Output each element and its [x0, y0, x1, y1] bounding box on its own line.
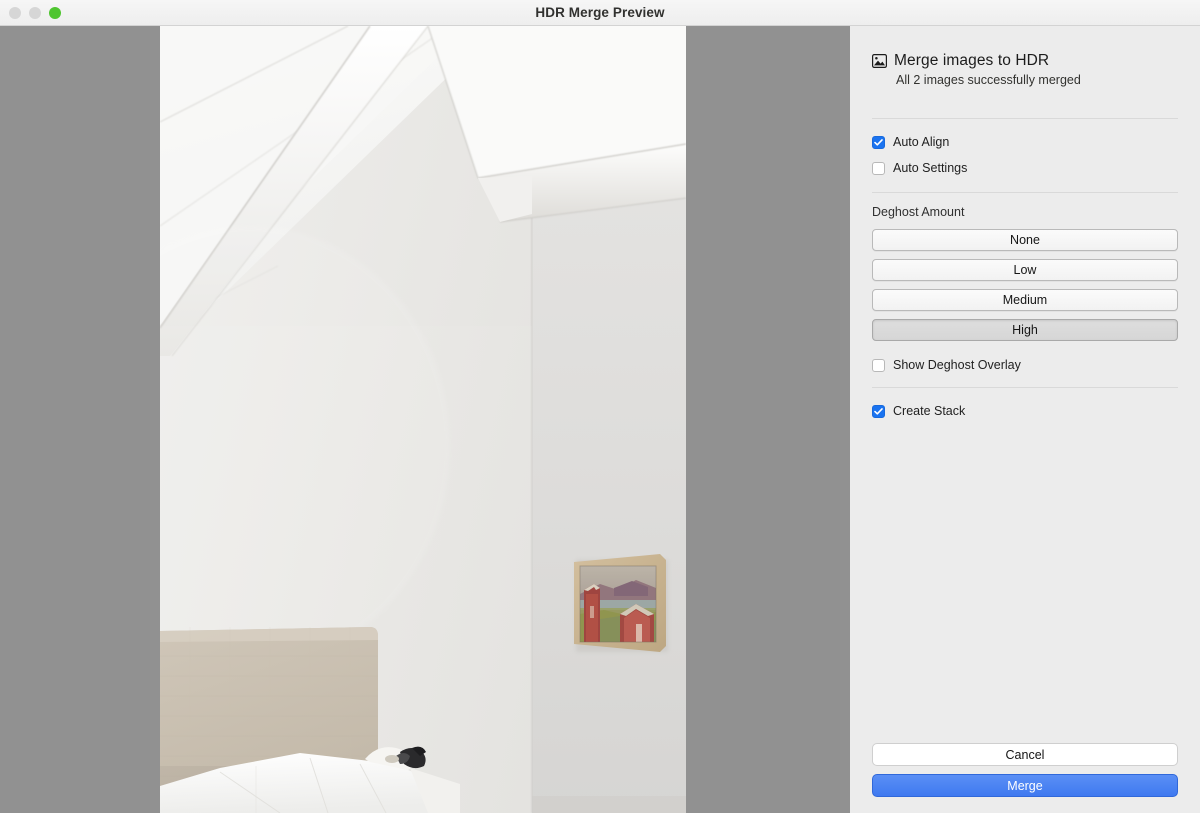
window-body: Merge images to HDR All 2 images success… — [0, 26, 1200, 813]
option-auto-settings[interactable]: Auto Settings — [872, 158, 1178, 178]
picture-icon — [872, 54, 888, 69]
auto-settings-checkbox[interactable] — [872, 161, 885, 175]
close-button-icon[interactable] — [9, 6, 21, 19]
auto-align-checkbox[interactable] — [872, 135, 885, 149]
window-titlebar: HDR Merge Preview — [0, 0, 1200, 26]
option-create-stack[interactable]: Create Stack — [872, 401, 1178, 421]
sidebar-subtitle: All 2 images successfully merged — [896, 73, 1081, 87]
divider-top — [872, 118, 1178, 119]
deghost-amount-label: Deghost Amount — [872, 205, 965, 219]
auto-settings-label: Auto Settings — [893, 161, 968, 175]
merge-button[interactable]: Merge — [872, 774, 1178, 797]
divider-deghost — [872, 192, 1178, 193]
deghost-option-high[interactable]: High — [872, 319, 1178, 341]
traffic-light-group — [0, 6, 61, 19]
auto-align-label: Auto Align — [893, 135, 950, 149]
zoom-button-icon[interactable] — [49, 6, 61, 19]
sidebar-footer: Cancel Merge — [872, 743, 1178, 813]
deghost-option-none[interactable]: None — [872, 229, 1178, 251]
deghost-option-low[interactable]: Low — [872, 259, 1178, 281]
create-stack-checkbox[interactable] — [872, 404, 885, 418]
create-stack-label: Create Stack — [893, 404, 966, 418]
window-title: HDR Merge Preview — [535, 5, 665, 20]
hdr-merge-preview-window: HDR Merge Preview Merge images to HDR Al… — [0, 0, 1200, 813]
cancel-button[interactable]: Cancel — [872, 743, 1178, 766]
deghost-amount-options: None Low Medium High — [872, 229, 1178, 341]
deghost-option-medium[interactable]: Medium — [872, 289, 1178, 311]
divider-stack — [872, 387, 1178, 388]
option-show-deghost-overlay[interactable]: Show Deghost Overlay — [872, 355, 1178, 375]
show-deghost-overlay-label: Show Deghost Overlay — [893, 358, 1021, 372]
sidebar-title: Merge images to HDR — [894, 52, 1050, 69]
show-deghost-overlay-checkbox[interactable] — [872, 358, 885, 372]
hdr-preview-image — [160, 26, 686, 813]
option-auto-align[interactable]: Auto Align — [872, 132, 1178, 152]
preview-canvas — [0, 26, 850, 813]
settings-sidebar: Merge images to HDR All 2 images success… — [850, 26, 1200, 813]
sidebar-header: Merge images to HDR All 2 images success… — [872, 26, 1178, 87]
minimize-button-icon[interactable] — [29, 6, 41, 19]
